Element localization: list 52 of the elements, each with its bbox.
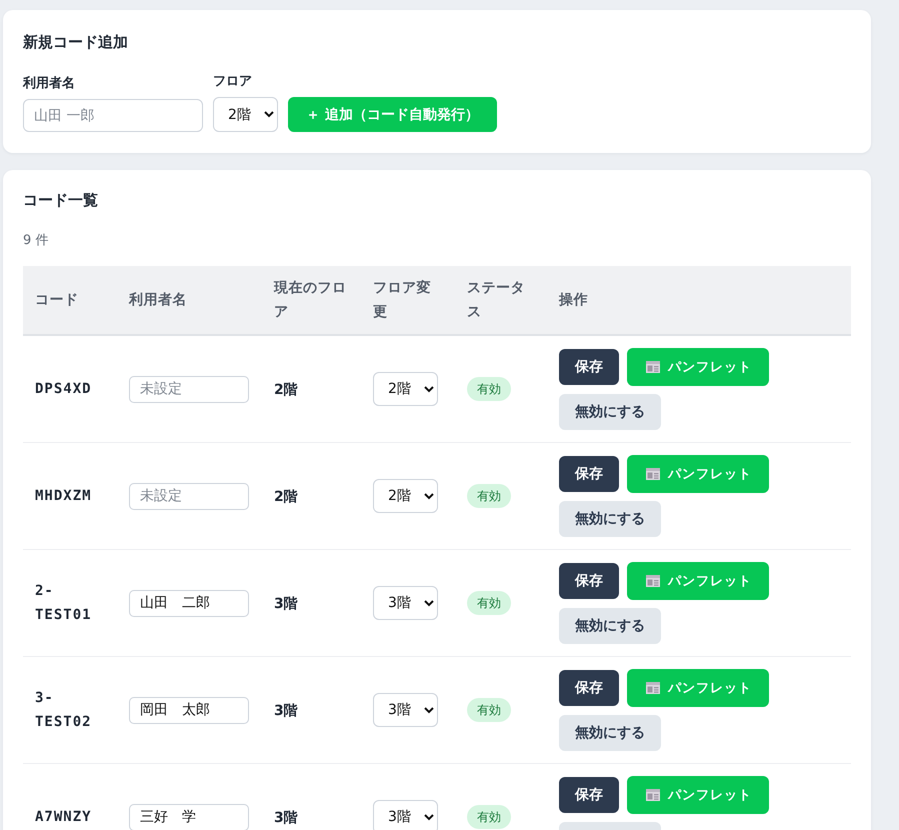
disable-button[interactable]: 無効にする <box>559 715 661 751</box>
newspaper-icon <box>646 575 660 587</box>
status-badge: 有効 <box>467 377 511 401</box>
column-header: ステータス <box>455 266 547 335</box>
save-button[interactable]: 保存 <box>559 349 619 385</box>
disable-button[interactable]: 無効にする <box>559 501 661 537</box>
newspaper-icon <box>646 789 660 801</box>
code-text: DPS4XD <box>35 381 92 397</box>
disable-button[interactable]: 無効にする <box>559 608 661 644</box>
disable-button[interactable]: 無効にする <box>559 394 661 430</box>
code-text: 3-TEST02 <box>35 690 92 730</box>
newspaper-icon <box>646 682 660 694</box>
floor-select[interactable]: 3階 <box>373 693 438 727</box>
status-badge: 有効 <box>467 698 511 722</box>
column-header: 操作 <box>547 266 851 335</box>
save-button[interactable]: 保存 <box>559 456 619 492</box>
field-label: 利用者名 <box>23 75 76 93</box>
code-text: 2-TEST01 <box>35 583 92 623</box>
status-badge: 有効 <box>467 591 511 615</box>
current-floor: 3階 <box>274 703 298 719</box>
save-button[interactable]: 保存 <box>559 670 619 706</box>
newspaper-icon <box>646 361 660 373</box>
name-input[interactable]: 三好 学 <box>129 804 249 830</box>
floor-select[interactable]: 2階 <box>213 97 278 132</box>
result-count: 9 件 <box>23 232 50 250</box>
card-title: コード一覧 <box>23 190 99 210</box>
column-header: 利用者名 <box>117 266 262 335</box>
code-text: A7WNZY <box>35 809 92 825</box>
floor-select[interactable]: 2階 <box>373 372 438 406</box>
column-header: 現在のフロア <box>262 266 361 335</box>
current-floor: 2階 <box>274 489 298 505</box>
name-input[interactable]: 未設定 <box>129 376 249 402</box>
current-floor: 2階 <box>274 382 298 398</box>
current-floor: 3階 <box>274 810 298 826</box>
floor-select[interactable]: 3階 <box>373 800 438 830</box>
status-badge: 有効 <box>467 805 511 829</box>
code-text: MHDXZM <box>35 488 92 504</box>
status-badge: 有効 <box>467 484 511 508</box>
floor-select[interactable]: 2階 <box>373 479 438 513</box>
current-floor: 3階 <box>274 596 298 612</box>
name-input[interactable]: 山田 二郎 <box>129 590 249 616</box>
floor-select[interactable]: 3階 <box>373 586 438 620</box>
card-title: 新規コード追加 <box>23 32 129 52</box>
column-header: フロア変更 <box>361 266 455 335</box>
column-header: コード <box>23 266 117 335</box>
save-button[interactable]: 保存 <box>559 777 619 813</box>
newspaper-icon <box>646 468 660 480</box>
save-button[interactable]: 保存 <box>559 563 619 599</box>
name-input[interactable]: 山田 一郎 <box>23 99 203 132</box>
name-input[interactable]: 岡田 太郎 <box>129 696 249 724</box>
field-label: フロア <box>213 73 253 91</box>
name-input[interactable]: 未設定 <box>129 482 249 510</box>
